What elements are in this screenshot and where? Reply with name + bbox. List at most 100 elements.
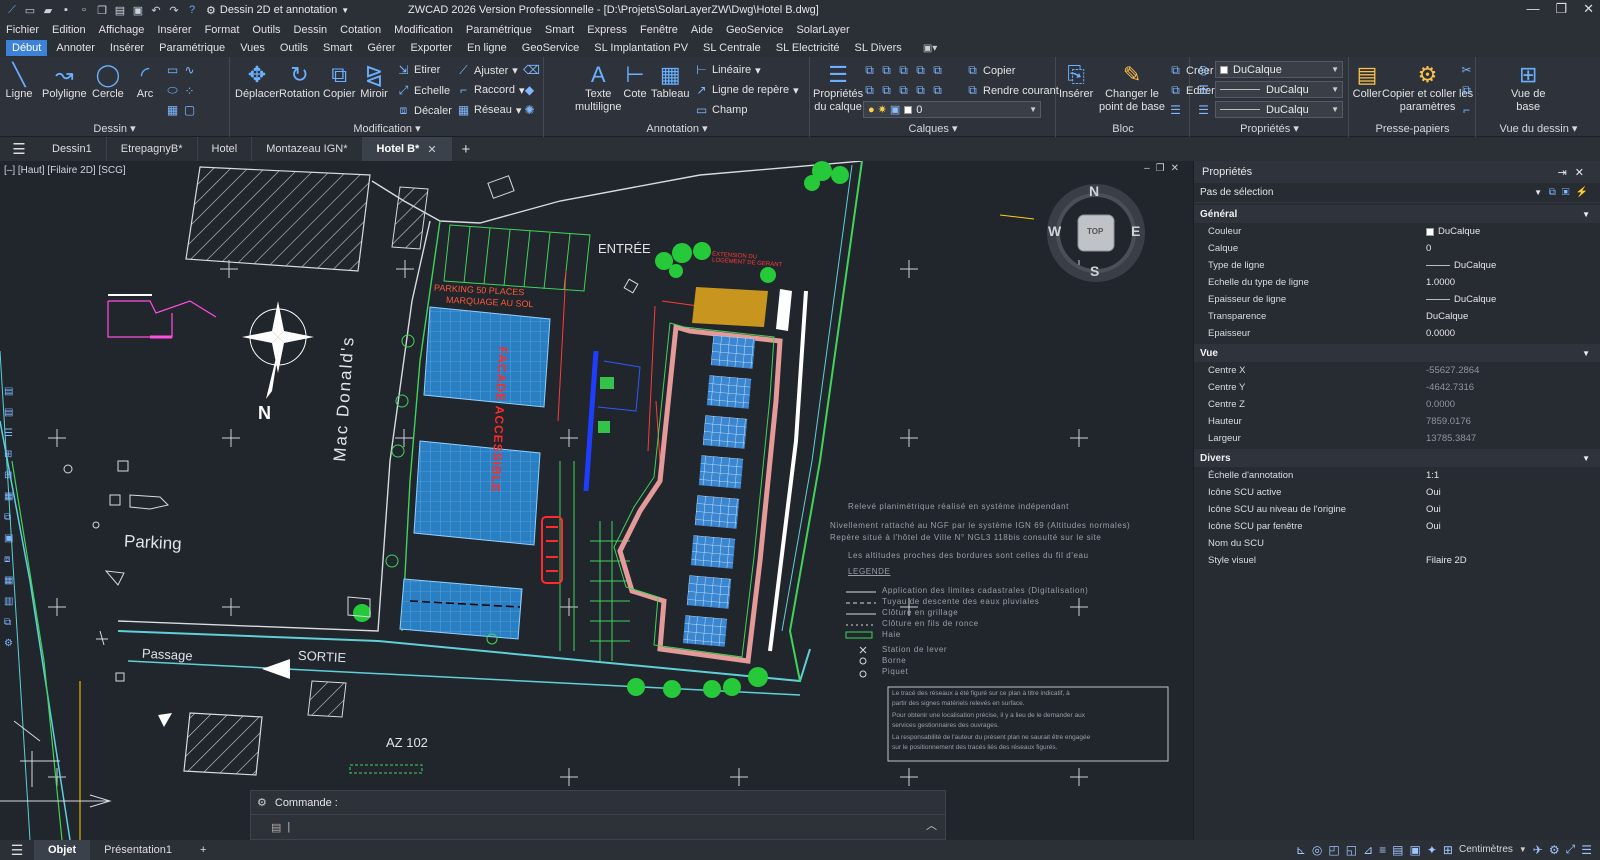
transparency-icon[interactable]: ▤ (1392, 843, 1403, 857)
property-value[interactable]: DuCalque (1426, 311, 1600, 322)
close-icon[interactable]: ✕ (1583, 1, 1594, 17)
customize-icon[interactable]: ☰ (1581, 843, 1592, 857)
tab-document-2[interactable]: Hotel (198, 137, 253, 161)
menu-item-3[interactable]: Insérer (157, 24, 191, 36)
arc-button[interactable]: ◜ Arc (130, 60, 160, 101)
drawing-canvas[interactable]: [–] [Haut] [Filaire 2D] [SCG] –❐✕ N S E … (0, 161, 1191, 840)
property-row[interactable]: Nom du SCU (1194, 535, 1600, 552)
panel-calques-label[interactable]: Calques ▾ (811, 122, 1055, 135)
menu-item-8[interactable]: Modification (394, 24, 453, 36)
viewport-controls[interactable]: –❐✕ (1144, 163, 1185, 174)
selection-cycle-icon[interactable]: ▣ (1410, 843, 1421, 857)
property-row[interactable]: Icône SCU au niveau de l'origine Oui (1194, 501, 1600, 518)
rendre-courant-button[interactable]: ⧉ Rendre courant (966, 83, 1059, 98)
tab-hotel-b[interactable]: Hotel B* ✕ (362, 137, 452, 161)
section-header[interactable]: Général ▼ (1194, 205, 1600, 223)
menu-icon[interactable]: ☰ (0, 140, 38, 158)
viewport-label[interactable]: [–] [Haut] [Filaire 2D] [SCG] (4, 165, 126, 176)
menu-item-14[interactable]: GeoService (726, 24, 783, 36)
property-value[interactable]: Oui (1426, 504, 1600, 515)
copy-clip-button[interactable]: ⧉ (1460, 83, 1473, 98)
rotation-button[interactable]: ↻ Rotation (279, 60, 320, 101)
layer-dropdown[interactable]: ● ✷ ▣ 0 ▼ (863, 101, 1041, 118)
cut-button[interactable]: ✂ (1460, 63, 1473, 77)
layout-menu-icon[interactable]: ☰ (0, 842, 34, 859)
property-row[interactable]: Epaisseur de ligne DuCalque (1194, 291, 1600, 308)
property-row[interactable]: Couleur DuCalque (1194, 223, 1600, 240)
property-row[interactable]: Centre X -55627.2864 (1194, 362, 1600, 379)
isolate-icon[interactable]: ✈ (1533, 843, 1543, 857)
property-row[interactable]: Calque 0 (1194, 240, 1600, 257)
deplacer-button[interactable]: ✥ Déplacer (235, 60, 279, 101)
viewcube-south[interactable]: S (1090, 263, 1099, 279)
tab-ribbon-2[interactable]: Insérer (104, 40, 150, 56)
selection-dropdown[interactable]: Pas de sélection ▼ ⧉▣⚡ (1194, 183, 1600, 203)
minimize-icon[interactable]: — (1526, 1, 1539, 17)
tab-document-3[interactable]: Montazeau IGN* (252, 137, 363, 161)
viewcube-north[interactable]: N (1089, 183, 1099, 199)
property-value[interactable]: 7859.0176 (1426, 416, 1600, 427)
menu-item-7[interactable]: Cotation (340, 24, 381, 36)
property-row[interactable]: Style visuel Filaire 2D (1194, 552, 1600, 569)
property-value[interactable]: Oui (1426, 521, 1600, 532)
panel-dessin-label[interactable]: Dessin ▾ (0, 122, 229, 135)
layer-tools-row1[interactable]: ⧉ ⧉ ⧉ ⧉ ⧉ (863, 63, 944, 78)
annotation-scale-icon[interactable]: ✦ (1427, 843, 1437, 857)
raccord-button[interactable]: ⌐ Raccord ▾ (457, 83, 525, 97)
hatch-tool[interactable]: ▦ ▢ (166, 103, 196, 117)
hardware-icon[interactable]: ⚙ (1549, 843, 1560, 857)
property-row[interactable]: Hauteur 7859.0176 (1194, 413, 1600, 430)
property-value[interactable]: DuCalque (1426, 260, 1600, 271)
property-value[interactable]: DuCalque (1426, 226, 1600, 237)
property-row[interactable]: Icône SCU par fenêtre Oui (1194, 518, 1600, 535)
menu-item-13[interactable]: Aide (691, 24, 713, 36)
save-as-icon[interactable]: ▫ (76, 2, 92, 18)
property-value[interactable]: Filaire 2D (1426, 555, 1600, 566)
property-value[interactable]: 0 (1426, 243, 1600, 254)
tab-ribbon-13[interactable]: SL Electricité (770, 40, 846, 56)
polar-icon[interactable]: ◰ (1328, 843, 1339, 857)
copier-calque-button[interactable]: ⧉ Copier (966, 63, 1015, 78)
tab-ribbon-1[interactable]: Annoter (50, 40, 101, 56)
snap-icon[interactable]: ⊾ (1296, 843, 1306, 857)
property-value[interactable]: -4642.7316 (1426, 382, 1600, 393)
panel-vue-label[interactable]: Vue du dessin ▾ (1477, 122, 1600, 135)
left-tool-icons[interactable]: ▤ ▤ ☰ ⊞ ⊞ ▦ ⧉ ▣ ⧈ ▦ ▥ ⧉ ⚙ (0, 381, 18, 654)
explode-button[interactable]: ✺ (523, 103, 536, 117)
echelle-button[interactable]: ⤢ Echelle (397, 83, 450, 98)
proprietes-calque-button[interactable]: ☰ Propriétés du calque (813, 60, 863, 114)
gear-icon[interactable]: ⚙ (257, 796, 267, 809)
tab-ribbon-14[interactable]: SL Divers (849, 40, 908, 56)
property-row[interactable]: Échelle d'annotation 1:1 (1194, 467, 1600, 484)
linetype-dropdown[interactable]: DuCalqu ▼ (1215, 81, 1343, 98)
chevron-down-icon[interactable]: ▼ (1582, 349, 1590, 358)
workspace-selector[interactable]: ⚙ Dessin 2D et annotation ▼ (206, 4, 349, 17)
tab-ribbon-0[interactable]: Début (6, 40, 48, 56)
vue-de-base-button[interactable]: ⊞ Vue de base (1511, 60, 1545, 114)
menu-item-6[interactable]: Dessin (294, 24, 328, 36)
section-header[interactable]: Vue ▼ (1194, 344, 1600, 362)
inserer-bloc-button[interactable]: ⎘ Insérer (1059, 60, 1093, 101)
chevron-down-icon[interactable]: ▼ (1582, 210, 1590, 219)
menu-item-0[interactable]: Fichier (6, 24, 39, 36)
tab-ribbon-5[interactable]: Outils (274, 40, 314, 56)
decaler-button[interactable]: ⧈ Décaler (397, 103, 452, 118)
tab-document-0[interactable]: Dessin1 (38, 137, 107, 161)
help-icon[interactable]: ? (184, 2, 200, 18)
panel-controls[interactable]: ⇥✕ (1558, 166, 1592, 179)
property-value[interactable]: 0.0000 (1426, 328, 1600, 339)
tab-ribbon-6[interactable]: Smart (317, 40, 358, 56)
lineaire-button[interactable]: ⊢ Linéaire ▾ (695, 63, 760, 77)
chevron-down-icon[interactable]: ▼ (1519, 845, 1527, 854)
cote-button[interactable]: ⊢ Cote (620, 60, 650, 101)
save-icon[interactable]: ▪ (58, 2, 74, 18)
osnap-icon[interactable]: ◱ (1346, 843, 1357, 857)
new-tab-icon[interactable]: + (462, 141, 471, 158)
erase-button[interactable]: ⌫ (523, 63, 540, 77)
close-tab-icon[interactable]: ✕ (427, 143, 436, 156)
property-row[interactable]: Transparence DuCalque (1194, 308, 1600, 325)
ajuster-button[interactable]: ⟋ Ajuster ▾ (457, 63, 517, 78)
etirer-button[interactable]: ⇲ Etirer (397, 63, 440, 77)
linetype-icon-btn[interactable]: ☰ (1197, 83, 1210, 97)
otrack-icon[interactable]: ⊿ (1363, 843, 1373, 857)
